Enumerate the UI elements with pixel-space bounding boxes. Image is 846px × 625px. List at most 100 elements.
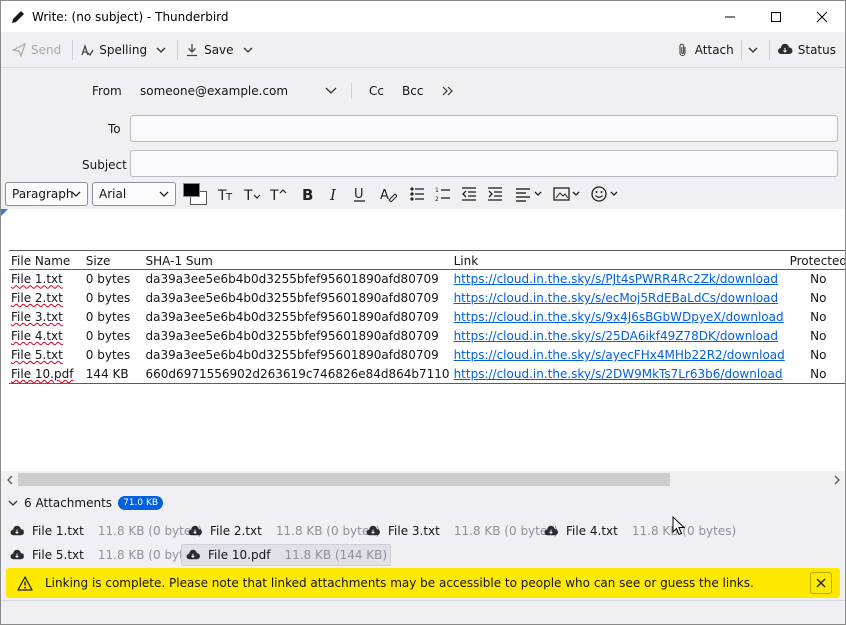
subject-field[interactable] [130,150,838,177]
remove-formatting-button[interactable]: A [377,183,399,205]
cloud-icon [186,549,200,559]
column-header: SHA-1 Sum [143,250,452,270]
numbered-list-icon: 12 [435,187,450,202]
size-cell: 0 bytes [85,272,131,287]
protected-cell: No [810,329,827,343]
cc-button[interactable]: Cc [369,84,384,98]
italic-button[interactable]: I [323,183,345,205]
svg-text:U: U [354,187,364,202]
attachments-total-size-badge: 71.0 KB [118,496,164,510]
paragraph-format-select[interactable]: Paragraph [5,182,88,206]
minimize-icon [725,16,735,17]
download-link[interactable]: https://cloud.in.the.sky/s/ecMoj5RdEBaLd… [454,291,779,305]
protected-cell: No [810,272,827,287]
size-cell: 0 bytes [85,348,131,362]
attachment-item[interactable]: File 3.txt 11.8 KB (0 bytes) [362,520,561,542]
attachment-item[interactable]: File 5.txt 11.8 KB (0 bytes) [6,544,205,566]
svg-text:A: A [380,188,389,202]
outdent-button[interactable] [458,183,480,205]
file-name-cell: File 1.txt [11,272,63,287]
close-icon [816,578,826,588]
protected-cell: No [810,348,827,362]
maximize-button[interactable] [753,1,799,32]
attachment-name: File 2.txt [210,524,262,538]
insert-image-button[interactable] [552,183,584,205]
protected-cell: No [810,291,827,305]
bcc-button[interactable]: Bcc [402,84,423,98]
to-label: To [108,122,121,136]
close-notification-button[interactable] [810,572,832,594]
download-link[interactable]: https://cloud.in.the.sky/s/9x4J6sBGbWDpy… [454,310,784,324]
chevron-down-icon [243,47,253,53]
smaller-font-button[interactable]: TT [215,183,237,205]
double-chevron-right-icon[interactable] [441,85,455,97]
scrollbar-thumb[interactable] [18,473,670,486]
close-window-button[interactable] [799,1,845,32]
download-link[interactable]: https://cloud.in.the.sky/s/PJt4sPWRR4Rc2… [454,272,778,286]
title-bar: Write: (no subject) - Thunderbird [1,1,845,32]
chevron-down-icon[interactable] [325,86,337,96]
spelling-dropdown[interactable] [152,37,175,63]
status-button[interactable]: Status [772,37,841,63]
indent-button[interactable] [484,183,506,205]
svg-text:T: T [243,188,253,202]
bold-button[interactable]: B [297,183,319,205]
download-link[interactable]: https://cloud.in.the.sky/s/ayecFHx4MHb22… [454,348,785,362]
status-label: Status [797,42,836,57]
cloud-icon [188,525,202,535]
file-name-cell: File 10.pdf [11,366,74,381]
attachments-count: 6 Attachments [24,496,113,510]
attachments-toggle[interactable]: 6 Attachments 71.0 KB [8,496,164,510]
maximize-icon [771,11,781,22]
send-button[interactable]: Send [7,37,66,63]
minimize-button[interactable] [707,1,753,32]
numbered-list-button[interactable]: 12 [432,183,454,205]
table-row: File 1.txt 0 bytes da39a3ee5e6b4b0d3255b… [9,270,845,289]
attach-label: Attach [694,42,734,57]
font-size-decrease-button[interactable]: T [241,183,263,205]
spelling-button[interactable]: Spelling [75,37,152,63]
smiley-icon [591,186,618,202]
attachment-name: File 3.txt [388,524,440,538]
underline-icon: U [354,187,365,202]
attach-button[interactable]: Attach [671,37,739,63]
underline-button[interactable]: U [349,183,371,205]
bulleted-list-button[interactable] [406,183,428,205]
alignment-button[interactable] [514,183,546,205]
attachment-item[interactable]: File 2.txt 11.8 KB (0 bytes) [184,520,383,542]
to-field[interactable] [130,115,838,142]
text-color-button[interactable] [182,182,208,206]
insert-emoji-button[interactable] [590,183,622,205]
protected-cell: No [787,364,845,384]
file-name-cell: File 3.txt [11,310,63,324]
attachment-item[interactable]: File 4.txt 11.8 KB (0 bytes) [540,520,739,542]
attachment-item-selected[interactable]: File 10.pdf 11.8 KB (144 KB) [181,544,392,566]
sha1-cell: da39a3ee5e6b4b0d3255bfef95601890afd80709 [145,348,439,362]
save-dropdown[interactable] [239,37,262,63]
save-button[interactable]: Save [180,37,238,63]
attachments-link-table: File Name Size SHA-1 Sum Link Protected … [9,250,845,384]
file-name-cell: File 4.txt [11,329,63,343]
message-editor[interactable]: File Name Size SHA-1 Sum Link Protected … [1,209,845,471]
table-header-row: File Name Size SHA-1 Sum Link Protected [9,250,845,270]
attach-dropdown[interactable] [744,37,767,63]
sha1-cell: da39a3ee5e6b4b0d3255bfef95601890afd80709 [145,291,439,305]
attachment-name: File 1.txt [32,524,84,538]
download-link[interactable]: https://cloud.in.the.sky/s/25DA6ikf49Z78… [454,329,778,343]
status-bar [1,600,845,624]
size-cell: 0 bytes [85,291,131,305]
compose-window: Write: (no subject) - Thunderbird Send S… [0,0,846,625]
scroll-right-button[interactable] [828,471,845,488]
attachment-item[interactable]: File 1.txt 11.8 KB (0 bytes) [6,520,205,542]
spelling-label: Spelling [99,42,148,57]
save-icon [187,43,198,56]
from-select[interactable]: someone@example.com [140,84,288,98]
font-select[interactable]: Arial [92,182,176,206]
scroll-left-button[interactable] [1,471,18,488]
download-link[interactable]: https://cloud.in.the.sky/s/2DW9MkTs7Lr63… [454,367,783,381]
italic-icon: I [329,186,337,202]
chevron-down-icon [748,47,758,53]
table-row: File 2.txt 0 bytes da39a3ee5e6b4b0d3255b… [9,289,845,308]
font-size-increase-button[interactable]: T [267,183,289,205]
horizontal-scrollbar[interactable] [1,471,845,488]
